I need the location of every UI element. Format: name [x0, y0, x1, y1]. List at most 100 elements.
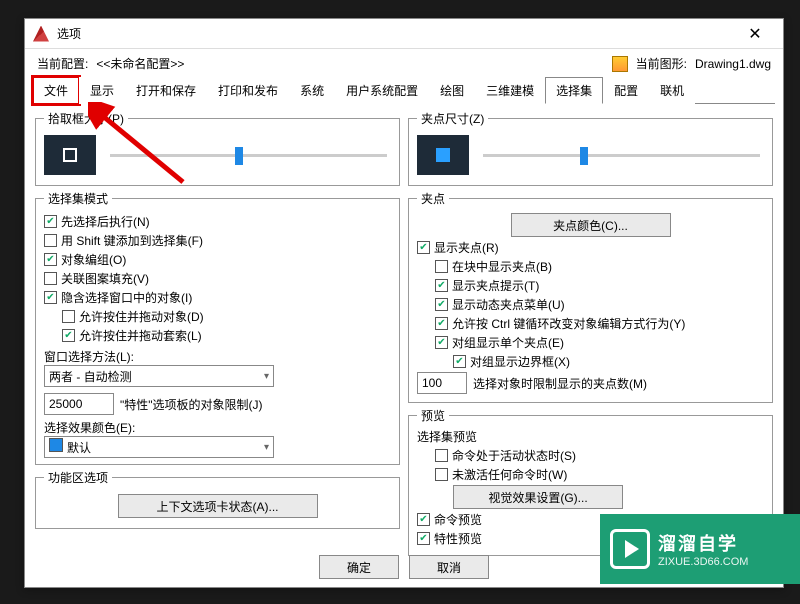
lbl-press-drag: 允许按住并拖动对象(D): [79, 308, 204, 325]
chevron-down-icon: ▾: [264, 442, 269, 453]
effect-color-label: 选择效果颜色(E):: [44, 419, 391, 436]
watermark-brand: 溜溜自学: [658, 530, 748, 556]
lbl-assoc-hatch: 关联图案填充(V): [61, 270, 149, 287]
chk-press-drag[interactable]: [62, 310, 75, 323]
tab-drafting[interactable]: 绘图: [429, 77, 475, 104]
chk-noun-verb[interactable]: [44, 215, 57, 228]
chk-prop-preview[interactable]: [417, 532, 430, 545]
lbl-ctrl-cycle: 允许按 Ctrl 键循环改变对象编辑方式行为(Y): [452, 315, 685, 332]
dialog-title: 选项: [57, 25, 735, 42]
window-select-dropdown[interactable]: 两者 - 自动检测 ▾: [44, 365, 274, 387]
gripsize-legend: 夹点尺寸(Z): [417, 110, 488, 127]
selection-preview-label: 选择集预览: [417, 428, 764, 445]
left-column: 拾取框大小(P) 选择集模式 先选择后执行(N) 用 Shift 键添加到选择集…: [35, 110, 400, 544]
grip-limit-input[interactable]: 100: [417, 372, 467, 394]
tab-display[interactable]: 显示: [79, 77, 125, 104]
lbl-implied-window: 隐含选择窗口中的对象(I): [61, 289, 192, 306]
tab-plot[interactable]: 打印和发布: [207, 77, 289, 104]
lbl-cmd-preview: 命令预览: [434, 511, 482, 528]
chk-dynamic-grip-menu[interactable]: [435, 298, 448, 311]
selection-mode-legend: 选择集模式: [44, 190, 112, 207]
grip-shape-icon: [436, 148, 450, 162]
pickbox-legend: 拾取框大小(P): [44, 110, 128, 127]
pickbox-group: 拾取框大小(P): [35, 110, 400, 186]
lbl-shift-add: 用 Shift 键添加到选择集(F): [61, 232, 203, 249]
lbl-grips-in-blocks: 在块中显示夹点(B): [452, 258, 552, 275]
lbl-group-single-grip: 对组显示单个夹点(E): [452, 334, 564, 351]
right-column: 夹点尺寸(Z) 夹点 夹点颜色(C)... 显示夹点(R) 在块中显示夹点(B): [408, 110, 773, 544]
chk-show-grips[interactable]: [417, 241, 430, 254]
lbl-no-cmd-active: 未激活任何命令时(W): [452, 466, 567, 483]
chevron-down-icon: ▾: [264, 371, 269, 382]
object-limit-label: "特性"选项板的对象限制(J): [120, 396, 263, 413]
chk-group-single-grip[interactable]: [435, 336, 448, 349]
watermark-url: ZIXUE.3D66.COM: [658, 556, 748, 568]
tab-profiles[interactable]: 配置: [603, 77, 649, 104]
lbl-noun-verb: 先选择后执行(N): [61, 213, 150, 230]
gripsize-group: 夹点尺寸(Z): [408, 110, 773, 186]
gripsize-slider[interactable]: [483, 154, 760, 157]
options-dialog: 选项 ✕ 当前配置: <<未命名配置>> 当前图形: Drawing1.dwg …: [24, 18, 784, 588]
tab-open-save[interactable]: 打开和保存: [125, 77, 207, 104]
pickbox-slider[interactable]: [110, 154, 387, 157]
effect-color-value: 默认: [67, 441, 91, 455]
grip-group: 夹点 夹点颜色(C)... 显示夹点(R) 在块中显示夹点(B) 显示夹点提示(…: [408, 190, 773, 403]
chk-group-bbox[interactable]: [453, 355, 466, 368]
tab-online[interactable]: 联机: [649, 77, 695, 104]
header-row: 当前配置: <<未命名配置>> 当前图形: Drawing1.dwg: [25, 49, 783, 72]
window-select-label: 窗口选择方法(L):: [44, 348, 391, 365]
tab-3d-modeling[interactable]: 三维建模: [475, 77, 545, 104]
grip-legend: 夹点: [417, 190, 449, 207]
selection-mode-group: 选择集模式 先选择后执行(N) 用 Shift 键添加到选择集(F) 对象编组(…: [35, 190, 400, 465]
ribbon-legend: 功能区选项: [44, 469, 112, 486]
current-profile-value: <<未命名配置>>: [96, 55, 184, 72]
current-profile-label: 当前配置:: [37, 55, 88, 72]
chk-grip-tips[interactable]: [435, 279, 448, 292]
chk-grips-in-blocks[interactable]: [435, 260, 448, 273]
tab-strip: 文件 显示 打开和保存 打印和发布 系统 用户系统配置 绘图 三维建模 选择集 …: [33, 76, 775, 104]
chk-cmd-preview[interactable]: [417, 513, 430, 526]
object-limit-input[interactable]: 25000: [44, 393, 114, 415]
window-select-value: 两者 - 自动检测: [49, 368, 132, 385]
chk-cmd-active[interactable]: [435, 449, 448, 462]
lbl-dynamic-grip-menu: 显示动态夹点菜单(U): [452, 296, 565, 313]
watermark: 溜溜自学 ZIXUE.3D66.COM: [600, 514, 800, 584]
lbl-grip-tips: 显示夹点提示(T): [452, 277, 539, 294]
grip-color-button[interactable]: 夹点颜色(C)...: [511, 213, 671, 237]
pickbox-preview: [44, 135, 96, 175]
grip-limit-label: 选择对象时限制显示的夹点数(M): [473, 375, 647, 392]
tab-file[interactable]: 文件: [33, 77, 79, 104]
tab-selection[interactable]: 选择集: [545, 77, 603, 104]
chk-no-cmd-active[interactable]: [435, 468, 448, 481]
cancel-button[interactable]: 取消: [409, 555, 489, 579]
visual-effect-button[interactable]: 视觉效果设置(G)...: [453, 485, 623, 509]
ok-button[interactable]: 确定: [319, 555, 399, 579]
gripsize-preview: [417, 135, 469, 175]
pickbox-shape-icon: [63, 148, 77, 162]
lbl-cmd-active: 命令处于活动状态时(S): [452, 447, 576, 464]
chk-shift-add[interactable]: [44, 234, 57, 247]
titlebar: 选项 ✕: [25, 19, 783, 49]
context-tab-state-button[interactable]: 上下文选项卡状态(A)...: [118, 494, 318, 518]
chk-assoc-hatch[interactable]: [44, 272, 57, 285]
lbl-show-grips: 显示夹点(R): [434, 239, 499, 256]
current-drawing-value: Drawing1.dwg: [695, 57, 771, 71]
app-icon: [33, 26, 49, 42]
lbl-group-bbox: 对组显示边界框(X): [470, 353, 570, 370]
chk-object-group[interactable]: [44, 253, 57, 266]
lbl-prop-preview: 特性预览: [434, 530, 482, 547]
preview-legend: 预览: [417, 407, 449, 424]
tab-system[interactable]: 系统: [289, 77, 335, 104]
effect-color-dropdown[interactable]: 默认 ▾: [44, 436, 274, 458]
ribbon-group: 功能区选项 上下文选项卡状态(A)...: [35, 469, 400, 529]
lbl-object-group: 对象编组(O): [61, 251, 126, 268]
close-button[interactable]: ✕: [735, 20, 775, 48]
current-drawing-label: 当前图形:: [636, 55, 687, 72]
chk-press-drag-lasso[interactable]: [62, 329, 75, 342]
chk-implied-window[interactable]: [44, 291, 57, 304]
drawing-icon: [612, 56, 628, 72]
tab-user-pref[interactable]: 用户系统配置: [335, 77, 429, 104]
lbl-press-drag-lasso: 允许按住并拖动套索(L): [79, 327, 202, 344]
play-icon: [610, 529, 650, 569]
chk-ctrl-cycle[interactable]: [435, 317, 448, 330]
